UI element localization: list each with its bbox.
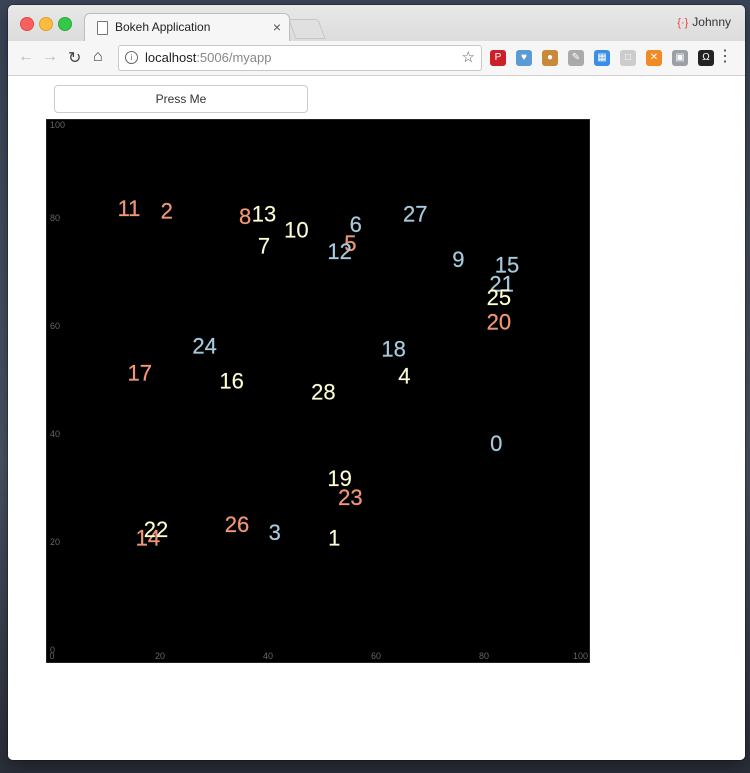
stop-extension-icon[interactable]: ✕	[646, 50, 662, 66]
tab-close-icon[interactable]: ×	[273, 19, 281, 35]
point-label: 17	[128, 361, 152, 386]
title-bar: Bokeh Application × {·} Johnny	[8, 5, 745, 42]
tab-bokeh-application[interactable]: Bokeh Application ×	[84, 13, 290, 42]
page-icon	[97, 21, 108, 35]
point-label: 0	[490, 431, 502, 456]
point-label: 24	[192, 334, 216, 359]
x-tick-label: 60	[371, 651, 381, 661]
y-tick-label: 40	[50, 429, 60, 439]
cookie-icon[interactable]: ●	[542, 50, 558, 66]
profile-icon: {·}	[677, 17, 689, 29]
close-window-button[interactable]	[20, 17, 34, 31]
point-label: 27	[403, 201, 427, 226]
point-label: 9	[452, 247, 464, 272]
heart-extension-icon[interactable]: ♥	[516, 50, 532, 66]
point-label: 3	[269, 520, 281, 545]
y-tick-label: 20	[50, 537, 60, 547]
point-label: 11	[118, 196, 141, 221]
point-label: 16	[219, 369, 243, 394]
omega-icon[interactable]: Ω	[698, 50, 714, 66]
point-label: 20	[487, 309, 511, 334]
y-tick-label: 60	[50, 321, 60, 331]
profile-name: Johnny	[692, 15, 731, 29]
point-label: 28	[311, 380, 335, 405]
blank-extension-icon[interactable]: □	[620, 50, 636, 66]
new-tab-button[interactable]	[288, 19, 326, 39]
x-tick-label: 40	[263, 651, 273, 661]
x-tick-label: 100	[573, 651, 588, 661]
point-label: 2	[161, 199, 173, 224]
menu-icon[interactable]: ⋮	[717, 49, 733, 65]
minimize-window-button[interactable]	[39, 17, 53, 31]
point-label: 4	[398, 363, 410, 388]
tab-title: Bokeh Application	[115, 20, 211, 34]
feather-icon[interactable]: ✎	[568, 50, 584, 66]
point-label: 13	[252, 201, 276, 226]
point-label: 22	[144, 517, 168, 542]
page-content: Press Me 0 20 40 60 80 100 0 20 40 60 80 100 0 1 2 3 4 5 6…	[8, 76, 745, 760]
point-label: 26	[225, 512, 249, 537]
point-label: 1	[328, 525, 340, 550]
profile-button[interactable]: {·} Johnny	[677, 15, 731, 29]
x-tick-label: 80	[479, 651, 489, 661]
bookmark-star-icon[interactable]: ☆	[462, 48, 475, 66]
y-tick-label: 80	[50, 213, 60, 223]
point-label: 7	[258, 234, 270, 259]
forward-button[interactable]: →	[42, 48, 58, 66]
point-label: 6	[350, 212, 362, 237]
point-label: 8	[239, 204, 251, 229]
point-label: 23	[338, 485, 362, 510]
info-icon[interactable]: i	[125, 51, 138, 64]
point-label: 12	[327, 239, 351, 264]
y-tick-label: 100	[50, 120, 65, 130]
browser-window: Bokeh Application × {·} Johnny ← → ↻ ⌂ i …	[8, 5, 745, 760]
shield-extension-icon[interactable]: ▣	[672, 50, 688, 66]
press-me-button[interactable]: Press Me	[54, 85, 308, 113]
browser-toolbar: ← → ↻ ⌂ i localhost:5006/myapp ☆ P ♥ ● ✎ ▦ □ ✕…	[8, 41, 745, 76]
point-label: 18	[381, 336, 405, 361]
windows-icon[interactable]: ▦	[594, 50, 610, 66]
url-host: localhost	[145, 50, 197, 65]
zoom-window-button[interactable]	[58, 17, 72, 31]
home-button[interactable]: ⌂	[93, 48, 103, 66]
x-tick-label: 20	[155, 651, 165, 661]
point-label: 25	[487, 285, 511, 310]
scatter-plot[interactable]: 0 20 40 60 80 1000204060801000123456789101112…	[46, 119, 590, 663]
reload-button[interactable]: ↻	[68, 48, 81, 68]
pinterest-icon[interactable]: P	[490, 50, 506, 66]
url-text: localhost:5006/myapp	[145, 50, 271, 65]
back-button[interactable]: ←	[18, 48, 34, 66]
y-tick-label: 0	[50, 645, 55, 655]
address-bar[interactable]: i localhost:5006/myapp ☆	[118, 45, 482, 71]
url-path: :5006/myapp	[196, 50, 272, 65]
point-label: 10	[284, 218, 308, 243]
